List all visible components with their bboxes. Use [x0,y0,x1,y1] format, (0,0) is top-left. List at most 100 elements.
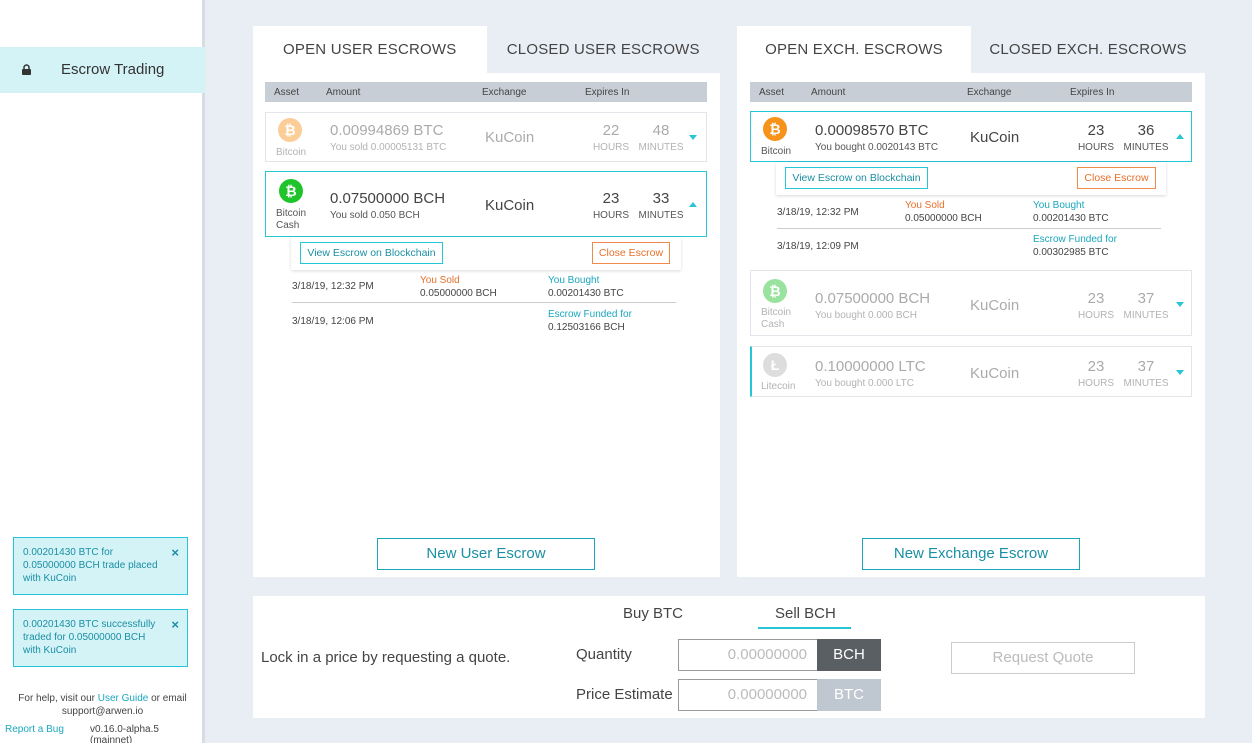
minutes-value: 33 [652,190,670,207]
coin-name: Bitcoin [276,147,307,158]
sidebar: Escrow Trading 0.00201430 BTC for 0.0500… [0,0,205,743]
report-bug-link[interactable]: Report a Bug [5,724,64,735]
tab-open-exch-escrows[interactable]: OPEN EXCH. ESCROWS [737,26,971,73]
chevron-up-icon[interactable] [689,202,697,207]
chevron-down-icon[interactable] [689,135,697,140]
escrow-amount: 0.00098570 BTC [815,122,929,139]
hours-label: HOURS [592,142,630,153]
exchange-escrows-panel: OPEN EXCH. ESCROWS CLOSED EXCH. ESCROWS … [737,26,1205,577]
tab-closed-exch-escrows[interactable]: CLOSED EXCH. ESCROWS [971,26,1205,73]
tab-sell-bch[interactable]: Sell BCH [775,605,836,622]
request-quote-button[interactable]: Request Quote [951,642,1135,674]
sold-label: You Sold [420,275,460,286]
funded-value: 0.00302985 BTC [1033,247,1109,258]
close-escrow-button[interactable]: Close Escrow [1077,167,1156,189]
escrow-amount: 0.00994869 BTC [330,122,444,139]
col-asset: Asset [274,87,300,98]
price-unit: BTC [817,679,881,711]
quote-prompt: Lock in a price by requesting a quote. [261,649,511,666]
hours-label: HOURS [1077,142,1115,153]
close-escrow-button[interactable]: Close Escrow [592,242,670,264]
lock-icon [22,64,31,75]
minutes-label: MINUTES [1123,378,1169,389]
chevron-down-icon[interactable] [1176,302,1184,307]
escrow-detail-card: View Escrow on Blockchain Close Escrow [291,237,681,270]
escrow-row[interactable]: ₿ Bitcoin Cash 0.07500000 BCH You sold 0… [265,171,707,237]
user-guide-link[interactable]: User Guide [98,693,149,704]
hours-label: HOURS [1077,378,1115,389]
quote-panel: Buy BTC Sell BCH Lock in a price by requ… [253,596,1205,718]
coin-name: Bitcoin [761,146,792,157]
exchange-name: KuCoin [485,129,535,146]
active-tab-indicator [758,627,851,629]
chevron-down-icon[interactable] [1176,370,1184,375]
help-suffix: or email [151,693,187,704]
coin-name: Bitcoin Cash [761,307,791,331]
escrow-row[interactable]: ₿ Bitcoin Cash 0.07500000 BCH You bought… [750,270,1192,336]
escrow-subtext: You bought 0.000 LTC [815,378,914,389]
hours-value: 23 [1087,122,1105,139]
coin-name-line1: Bitcoin [761,307,792,318]
exchange-name: KuCoin [485,197,535,214]
hours-value: 23 [602,190,620,207]
coin-name-line2: Cash [276,220,300,231]
escrow-subtext: You bought 0.000 BCH [815,310,917,321]
escrow-subtext: You sold 0.00005131 BTC [330,142,447,153]
coin-name-line1: Bitcoin [276,208,307,219]
support-email: support@arwen.io [61,706,144,717]
bought-value: 0.00201430 BTC [548,288,624,299]
minutes-value: 36 [1137,122,1155,139]
tab-buy-btc[interactable]: Buy BTC [623,605,683,622]
hours-label: HOURS [1077,310,1115,321]
sidebar-item-label: Escrow Trading [61,61,165,78]
escrow-row[interactable]: ₿ Bitcoin 0.00994869 BTC You sold 0.0000… [265,112,707,162]
price-estimate-label: Price Estimate [576,686,673,703]
notification-toast: 0.00201430 BTC for 0.05000000 BCH trade … [13,537,188,595]
escrow-detail-card: View Escrow on Blockchain Close Escrow [776,162,1166,195]
user-escrows-panel: OPEN USER ESCROWS CLOSED USER ESCROWS As… [253,26,720,577]
bitcoin-cash-icon: ₿ [763,279,787,303]
funded-label: Escrow Funded for [548,309,632,320]
col-expires: Expires In [585,87,630,98]
sold-value: 0.05000000 BCH [420,288,497,299]
close-icon[interactable]: × [171,618,179,631]
quantity-input[interactable]: 0.00000000 [678,639,818,671]
tab-closed-user-escrows[interactable]: CLOSED USER ESCROWS [486,26,720,73]
hours-value: 23 [1087,358,1105,375]
tab-open-user-escrows[interactable]: OPEN USER ESCROWS [253,26,487,73]
history-date: 3/18/19, 12:06 PM [292,316,374,327]
toast-text: 0.00201430 BTC for 0.05000000 BCH trade … [23,547,158,584]
help-text: For help, visit our User Guide or email … [0,692,205,718]
bitcoin-cash-icon: ₿ [279,179,303,203]
col-expires: Expires In [1070,87,1115,98]
view-escrow-button[interactable]: View Escrow on Blockchain [785,167,928,189]
close-icon[interactable]: × [171,546,179,559]
chevron-up-icon[interactable] [1176,134,1184,139]
coin-name: Litecoin [761,381,796,392]
history-date: 3/18/19, 12:32 PM [292,281,374,292]
divider [777,228,1161,229]
quantity-unit: BCH [817,639,881,671]
exchange-escrow-tabs: OPEN EXCH. ESCROWS CLOSED EXCH. ESCROWS [737,26,1205,73]
col-exchange: Exchange [967,87,1012,98]
escrow-row[interactable]: Ł Litecoin 0.10000000 LTC You bought 0.0… [750,346,1192,397]
table-header: Asset Amount Exchange Expires In [750,82,1192,102]
escrow-row[interactable]: ₿ Bitcoin 0.00098570 BTC You bought 0.00… [750,111,1192,162]
bought-label: You Bought [548,275,600,286]
notification-toast: 0.00201430 BTC successfully traded for 0… [13,609,188,667]
exchange-name: KuCoin [970,365,1020,382]
coin-name-line2: Cash [761,319,785,330]
escrow-amount: 0.07500000 BCH [330,190,446,207]
new-exchange-escrow-button[interactable]: New Exchange Escrow [862,538,1080,570]
price-estimate-input[interactable]: 0.00000000 [678,679,818,711]
col-asset: Asset [759,87,785,98]
hours-value: 22 [602,122,620,139]
sold-label: You Sold [905,200,945,211]
new-user-escrow-button[interactable]: New User Escrow [377,538,595,570]
view-escrow-button[interactable]: View Escrow on Blockchain [300,242,443,264]
sidebar-item-escrow-trading[interactable]: Escrow Trading [0,47,205,93]
bitcoin-icon: ₿ [278,118,302,142]
version-label: v0.16.0-alpha.5 (mainnet) [90,724,159,743]
minutes-label: MINUTES [1123,310,1169,321]
funded-label: Escrow Funded for [1033,234,1117,245]
